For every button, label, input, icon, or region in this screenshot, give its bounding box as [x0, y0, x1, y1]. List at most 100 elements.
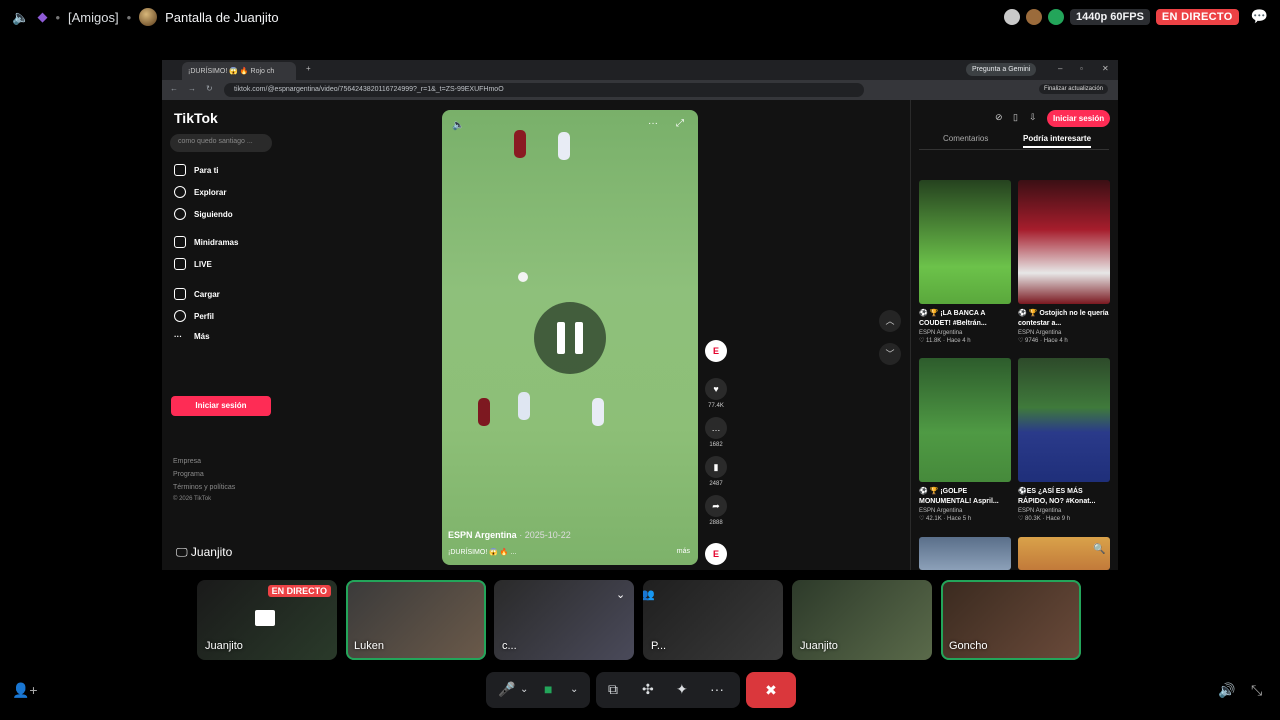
- disconnect-button[interactable]: ✖: [746, 672, 796, 708]
- server-icon: ◆: [37, 9, 48, 24]
- more-link[interactable]: más: [677, 548, 690, 555]
- download-icon[interactable]: ⇩: [1029, 112, 1037, 123]
- participant-tile[interactable]: EN DIRECTO Juanjito: [197, 580, 337, 660]
- video-thumbnail[interactable]: [919, 537, 1011, 570]
- tab-podria-interesarte[interactable]: Podría interesarte: [1023, 134, 1092, 148]
- device-icon[interactable]: ▯: [1013, 112, 1018, 123]
- participant-name: Goncho: [949, 640, 988, 652]
- nav-para-ti[interactable]: Para ti: [174, 164, 218, 176]
- discord-icon[interactable]: [1048, 8, 1065, 25]
- maximize-icon[interactable]: ▫: [1080, 64, 1083, 73]
- chevron-down-icon[interactable]: ⌄: [616, 588, 625, 601]
- comment-button[interactable]: … 1682: [705, 417, 727, 448]
- participant-tile[interactable]: ⌄ c...: [494, 580, 634, 660]
- nav-perfil[interactable]: Perfil: [174, 310, 214, 322]
- espn-sound-icon: E: [705, 543, 727, 565]
- reload-icon[interactable]: ↻: [206, 84, 213, 93]
- participant-name: Luken: [354, 640, 384, 652]
- nav-live[interactable]: LIVE: [174, 258, 212, 270]
- participant-tile[interactable]: Juanjito: [792, 580, 932, 660]
- video-author[interactable]: ESPN Argentina · 2025-10-22: [448, 530, 571, 540]
- nav-minidramas[interactable]: Minidramas: [174, 236, 238, 248]
- volume-icon[interactable]: 🔈: [452, 120, 464, 131]
- channel-name[interactable]: [Amigos]: [68, 10, 119, 25]
- soundboard-icon[interactable]: ✦: [676, 681, 688, 698]
- back-icon[interactable]: ←: [170, 84, 178, 93]
- people-icon[interactable]: 👥: [643, 588, 655, 601]
- more-options-icon[interactable]: ···: [648, 118, 658, 129]
- video-thumbnail: [919, 358, 1011, 482]
- video-thumbnail: [1018, 180, 1110, 304]
- chevron-down-icon[interactable]: ⌄: [570, 684, 578, 695]
- participant-tile[interactable]: Goncho: [941, 580, 1081, 660]
- suggested-video[interactable]: ⚽ES ¿ASÍ ES MÁS RÁPIDO, NO? #Konat... ES…: [1018, 358, 1110, 522]
- participant-tile[interactable]: Luken: [346, 580, 486, 660]
- fullscreen-icon[interactable]: ⤢: [676, 118, 684, 129]
- share-button[interactable]: ➦ 2888: [705, 495, 727, 526]
- url-field[interactable]: tiktok.com/@espnargentina/video/75642438…: [224, 83, 864, 97]
- address-bar-row: ← → ↻ tiktok.com/@espnargentina/video/75…: [162, 80, 1118, 100]
- tiktok-logo[interactable]: TikTok: [174, 110, 218, 126]
- heart-icon: ♥: [705, 378, 727, 400]
- browser-tab[interactable]: ¡DURÍSIMO! 😱 🔥 Rojo ch: [182, 62, 296, 80]
- author-avatar[interactable]: E: [705, 340, 727, 362]
- activities-icon[interactable]: ✣: [642, 681, 654, 698]
- prev-video-button[interactable]: ︿: [879, 310, 901, 332]
- update-button[interactable]: Finalizar actualización: [1038, 84, 1108, 94]
- suggestion-tabs: Comentarios Podría interesarte: [919, 134, 1109, 150]
- share-icon: ➦: [705, 495, 727, 517]
- chevron-down-icon[interactable]: ⌄: [520, 684, 528, 695]
- upload-icon: [174, 288, 186, 300]
- participant-name: c...: [502, 640, 517, 652]
- user-icon: [174, 208, 186, 220]
- share-screen-icon[interactable]: ⧉: [608, 681, 618, 698]
- gemini-button[interactable]: Pregunta a Gemini: [966, 63, 1037, 76]
- forward-icon[interactable]: →: [188, 84, 196, 93]
- close-icon[interactable]: ✕: [1102, 64, 1109, 73]
- login-button[interactable]: Iniciar sesión: [171, 396, 271, 416]
- suggested-video[interactable]: ⚽ 🏆 ¡GOLPE MONUMENTAL! Aspril... ESPN Ar…: [919, 358, 1011, 522]
- fullscreen-icon[interactable]: ⤡: [1251, 682, 1262, 699]
- more-icon[interactable]: ···: [710, 681, 724, 697]
- add-user-icon[interactable]: 👤+: [12, 682, 38, 699]
- participant-tile[interactable]: 👥 P...: [643, 580, 783, 660]
- footer-link[interactable]: Términos y políticas: [173, 484, 235, 491]
- nav-mas[interactable]: ··· Más: [174, 332, 210, 341]
- nav-siguiendo[interactable]: Siguiendo: [174, 208, 233, 220]
- tiktok-page: TikTok como quedo santiago ... Para ti E…: [162, 100, 1118, 570]
- new-tab-icon[interactable]: +: [306, 64, 311, 73]
- footer-link[interactable]: Programa: [173, 471, 204, 478]
- comment-icon: …: [705, 417, 727, 439]
- next-video-button[interactable]: ﹀: [879, 343, 901, 365]
- login-button[interactable]: Iniciar sesión: [1047, 110, 1111, 127]
- sound-button[interactable]: E: [705, 543, 727, 565]
- nav-explorar[interactable]: Explorar: [174, 186, 226, 198]
- microphone-icon[interactable]: 🎤: [498, 681, 515, 698]
- zoom-icon[interactable]: 🔍: [1093, 544, 1105, 555]
- video-player[interactable]: 🔈 ··· ⤢ ESPN Argentina · 2025-10-22 ¡DUR…: [442, 110, 698, 565]
- chat-icon[interactable]: 💬: [1251, 8, 1268, 25]
- like-button[interactable]: ♥ 77.4K: [705, 378, 727, 409]
- shared-screen[interactable]: ¡DURÍSIMO! 😱 🔥 Rojo ch + Pregunta a Gemi…: [162, 60, 1118, 570]
- suggestions-pane: ⊘ ▯ ⇩ Iniciar sesión Comentarios Podría …: [910, 100, 1118, 570]
- pause-button[interactable]: [534, 302, 606, 374]
- search-input[interactable]: como quedo santiago ...: [170, 134, 272, 152]
- player: [514, 130, 526, 158]
- camera-icon[interactable]: ■: [544, 681, 552, 697]
- video-thumbnail: [1018, 358, 1110, 482]
- screen-share-icon: [255, 610, 275, 626]
- viewer-avatar[interactable]: [1026, 8, 1043, 25]
- save-button[interactable]: ▮ 2487: [705, 456, 727, 487]
- voice-channel-icon: 🔈: [12, 8, 30, 25]
- tab-comentarios[interactable]: Comentarios: [943, 134, 988, 143]
- voice-video-controls: 🎤 ⌄ ■ ⌄: [486, 672, 590, 708]
- volume-icon[interactable]: 🔊: [1218, 682, 1235, 699]
- nav-cargar[interactable]: Cargar: [174, 288, 220, 300]
- suggested-video[interactable]: ⚽ 🏆 Ostojich no le quería contestar a...…: [1018, 180, 1110, 344]
- footer-link[interactable]: Empresa: [173, 458, 201, 465]
- suggested-video[interactable]: ⚽ 🏆 ¡LA BANCA A COUDET! #Beltrán... ESPN…: [919, 180, 1011, 344]
- viewer-avatar[interactable]: [1004, 8, 1021, 25]
- minimize-icon[interactable]: –: [1058, 64, 1062, 73]
- call-header: 🔈 ◆ • [Amigos] • Pantalla de Juanjito 14…: [12, 8, 1268, 26]
- settings-icon[interactable]: ⊘: [995, 112, 1003, 123]
